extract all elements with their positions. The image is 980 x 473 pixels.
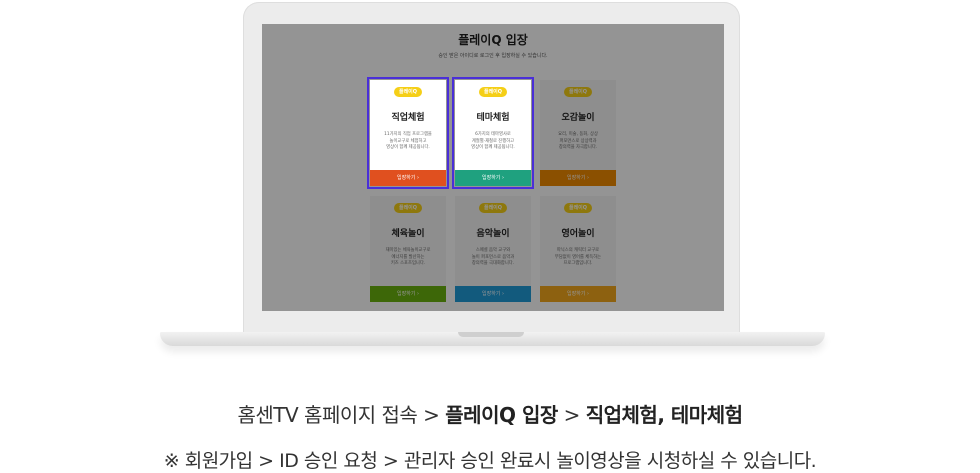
card-description: 요리, 미술, 동화, 상상 퍼포먼스로 상상력과 창의력을 자극합니다. — [558, 132, 598, 150]
laptop-screen: 플레이Q 입장 승인 받은 아이디로 로그인 후 입장하실 수 있습니다. 플레… — [262, 24, 724, 311]
card-description: 재미있는 체육놀이교구로 에너지를 발산하는 키즈 스포츠입니다. — [385, 248, 431, 266]
card-music-play[interactable]: 플레이Q 음악놀이 스페셜 음악 교구와 놀이 퍼포먼스로 음악과 창의력을 극… — [455, 196, 531, 302]
card-title: 직업체험 — [391, 113, 425, 123]
card-description: 11가지의 직업 프로그램을 놀이교구로 체험하고 영상이 함께 제공됩니다. — [384, 132, 432, 150]
enter-button[interactable]: 입장하기 › — [455, 286, 531, 302]
enter-button[interactable]: 입장하기 › — [370, 170, 446, 186]
card-job-experience[interactable]: 플레이Q 직업체험 11가지의 직업 프로그램을 놀이교구로 체험하고 영상이 … — [367, 77, 449, 189]
card-sensory-play[interactable]: 플레이Q 오감놀이 요리, 미술, 동화, 상상 퍼포먼스로 상상력과 창의력을… — [540, 80, 616, 186]
page-title: 플레이Q 입장 — [458, 33, 528, 47]
caption-separator: > — [557, 403, 586, 427]
card-title: 영어놀이 — [561, 229, 595, 239]
card-title: 테마체험 — [476, 113, 510, 123]
laptop-notch — [458, 332, 524, 337]
caption-experience: 직업체험, 테마체험 — [585, 403, 743, 427]
card-description: 파닉스의 캐릭터 교구로 부담없이 영어를 체득하는 프로그램입니다. — [554, 248, 602, 266]
card-title: 음악놀이 — [476, 229, 510, 239]
playq-logo: 플레이Q — [564, 203, 592, 213]
card-sports-play[interactable]: 플레이Q 체육놀이 재미있는 체육놀이교구로 에너지를 발산하는 키즈 스포츠입… — [370, 196, 446, 302]
playq-logo: 플레이Q — [479, 87, 507, 97]
playq-logo: 플레이Q — [564, 87, 592, 97]
card-title: 체육놀이 — [391, 229, 425, 239]
card-description: 스페셜 음악 교구와 놀이 퍼포먼스로 음악과 창의력을 극대화합니다. — [471, 248, 515, 266]
playq-logo: 플레이Q — [479, 203, 507, 213]
card-description: 6가지의 테마영사로 계절별·재철로 진행하고 영상이 함께 제공됩니다. — [471, 132, 515, 150]
card-title: 오감놀이 — [561, 113, 595, 123]
playq-logo: 플레이Q — [394, 87, 422, 97]
caption-steps: 홈센TV 홈페이지 접속 > 플레이Q 입장 > 직업체험, 테마체험 — [0, 399, 980, 428]
enter-button[interactable]: 입장하기 › — [540, 170, 616, 186]
caption-playq-entry: 플레이Q 입장 — [445, 403, 558, 427]
enter-button[interactable]: 입장하기 › — [370, 286, 446, 302]
caption-prefix: 홈센TV 홈페이지 접속 > — [237, 403, 446, 427]
enter-button[interactable]: 입장하기 › — [455, 170, 531, 186]
card-english-play[interactable]: 플레이Q 영어놀이 파닉스의 캐릭터 교구로 부담없이 영어를 체득하는 프로그… — [540, 196, 616, 302]
page-subtitle: 승인 받은 아이디로 로그인 후 입장하실 수 있습니다. — [438, 53, 548, 59]
card-theme-experience[interactable]: 플레이Q 테마체험 6가지의 테마영사로 계절별·재철로 진행하고 영상이 함께… — [452, 77, 534, 189]
playq-logo: 플레이Q — [394, 203, 422, 213]
enter-button[interactable]: 입장하기 › — [540, 286, 616, 302]
